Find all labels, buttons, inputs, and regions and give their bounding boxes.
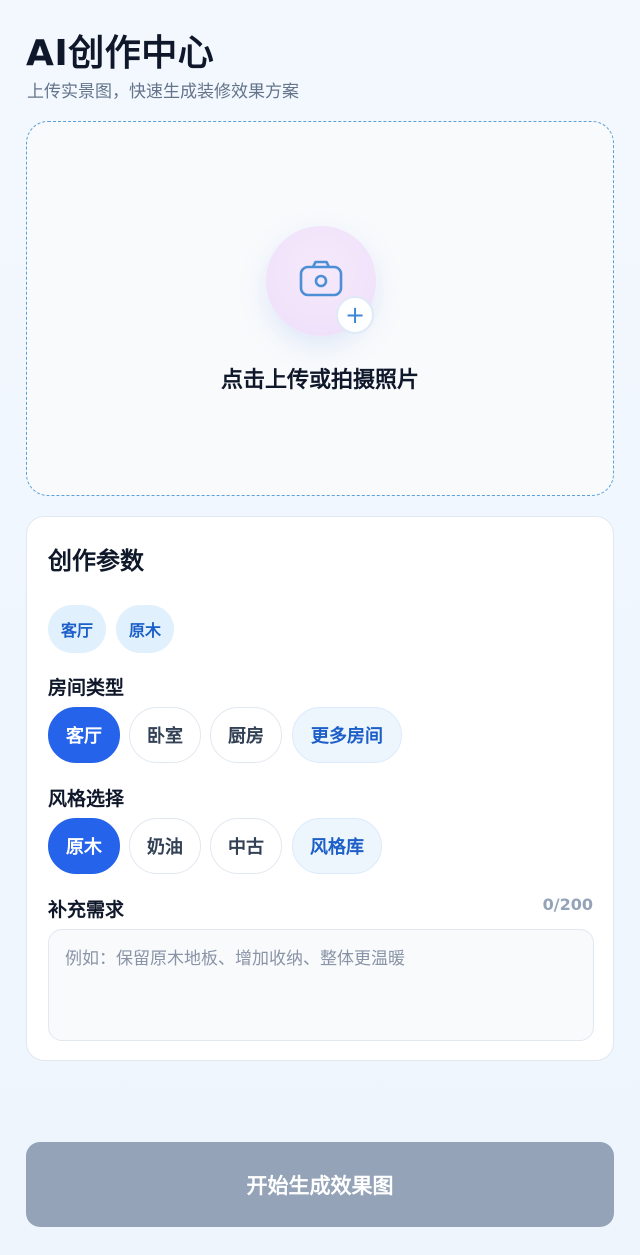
char-counter: 0/200 xyxy=(542,895,593,914)
notes-textarea[interactable] xyxy=(48,929,594,1041)
notes-label: 补充需求 xyxy=(48,899,125,921)
params-title: 创作参数 xyxy=(48,547,144,575)
page-subtitle: 上传实景图，快速生成装修效果方案 xyxy=(27,82,299,102)
add-photo-plus-icon: + xyxy=(336,296,374,334)
room-option-kitchen[interactable]: 厨房 xyxy=(210,707,282,763)
selected-tag-room: 客厅 xyxy=(48,605,106,653)
room-option-living-room[interactable]: 客厅 xyxy=(48,707,120,763)
generate-button[interactable]: 开始生成效果图 xyxy=(26,1142,614,1227)
camera-icon xyxy=(299,260,343,297)
room-type-label: 房间类型 xyxy=(48,677,125,699)
upload-icon-circle: + xyxy=(266,226,376,336)
style-library-button[interactable]: 风格库 xyxy=(292,818,382,874)
more-rooms-button[interactable]: 更多房间 xyxy=(292,707,402,763)
style-option-wood[interactable]: 原木 xyxy=(48,818,120,874)
style-option-cream[interactable]: 奶油 xyxy=(129,818,201,874)
upload-label: 点击上传或拍摄照片 xyxy=(220,368,419,393)
page-title: AI创作中心 xyxy=(26,33,215,74)
photo-upload-area[interactable]: + 点击上传或拍摄照片 xyxy=(26,121,614,496)
room-option-bedroom[interactable]: 卧室 xyxy=(129,707,201,763)
creation-params-card: 创作参数 客厅 原木 房间类型 客厅 卧室 厨房 更多房间 风格选择 原木 奶油… xyxy=(26,516,614,1061)
style-option-vintage[interactable]: 中古 xyxy=(210,818,282,874)
selected-tag-style: 原木 xyxy=(116,605,174,653)
style-label: 风格选择 xyxy=(48,788,125,810)
